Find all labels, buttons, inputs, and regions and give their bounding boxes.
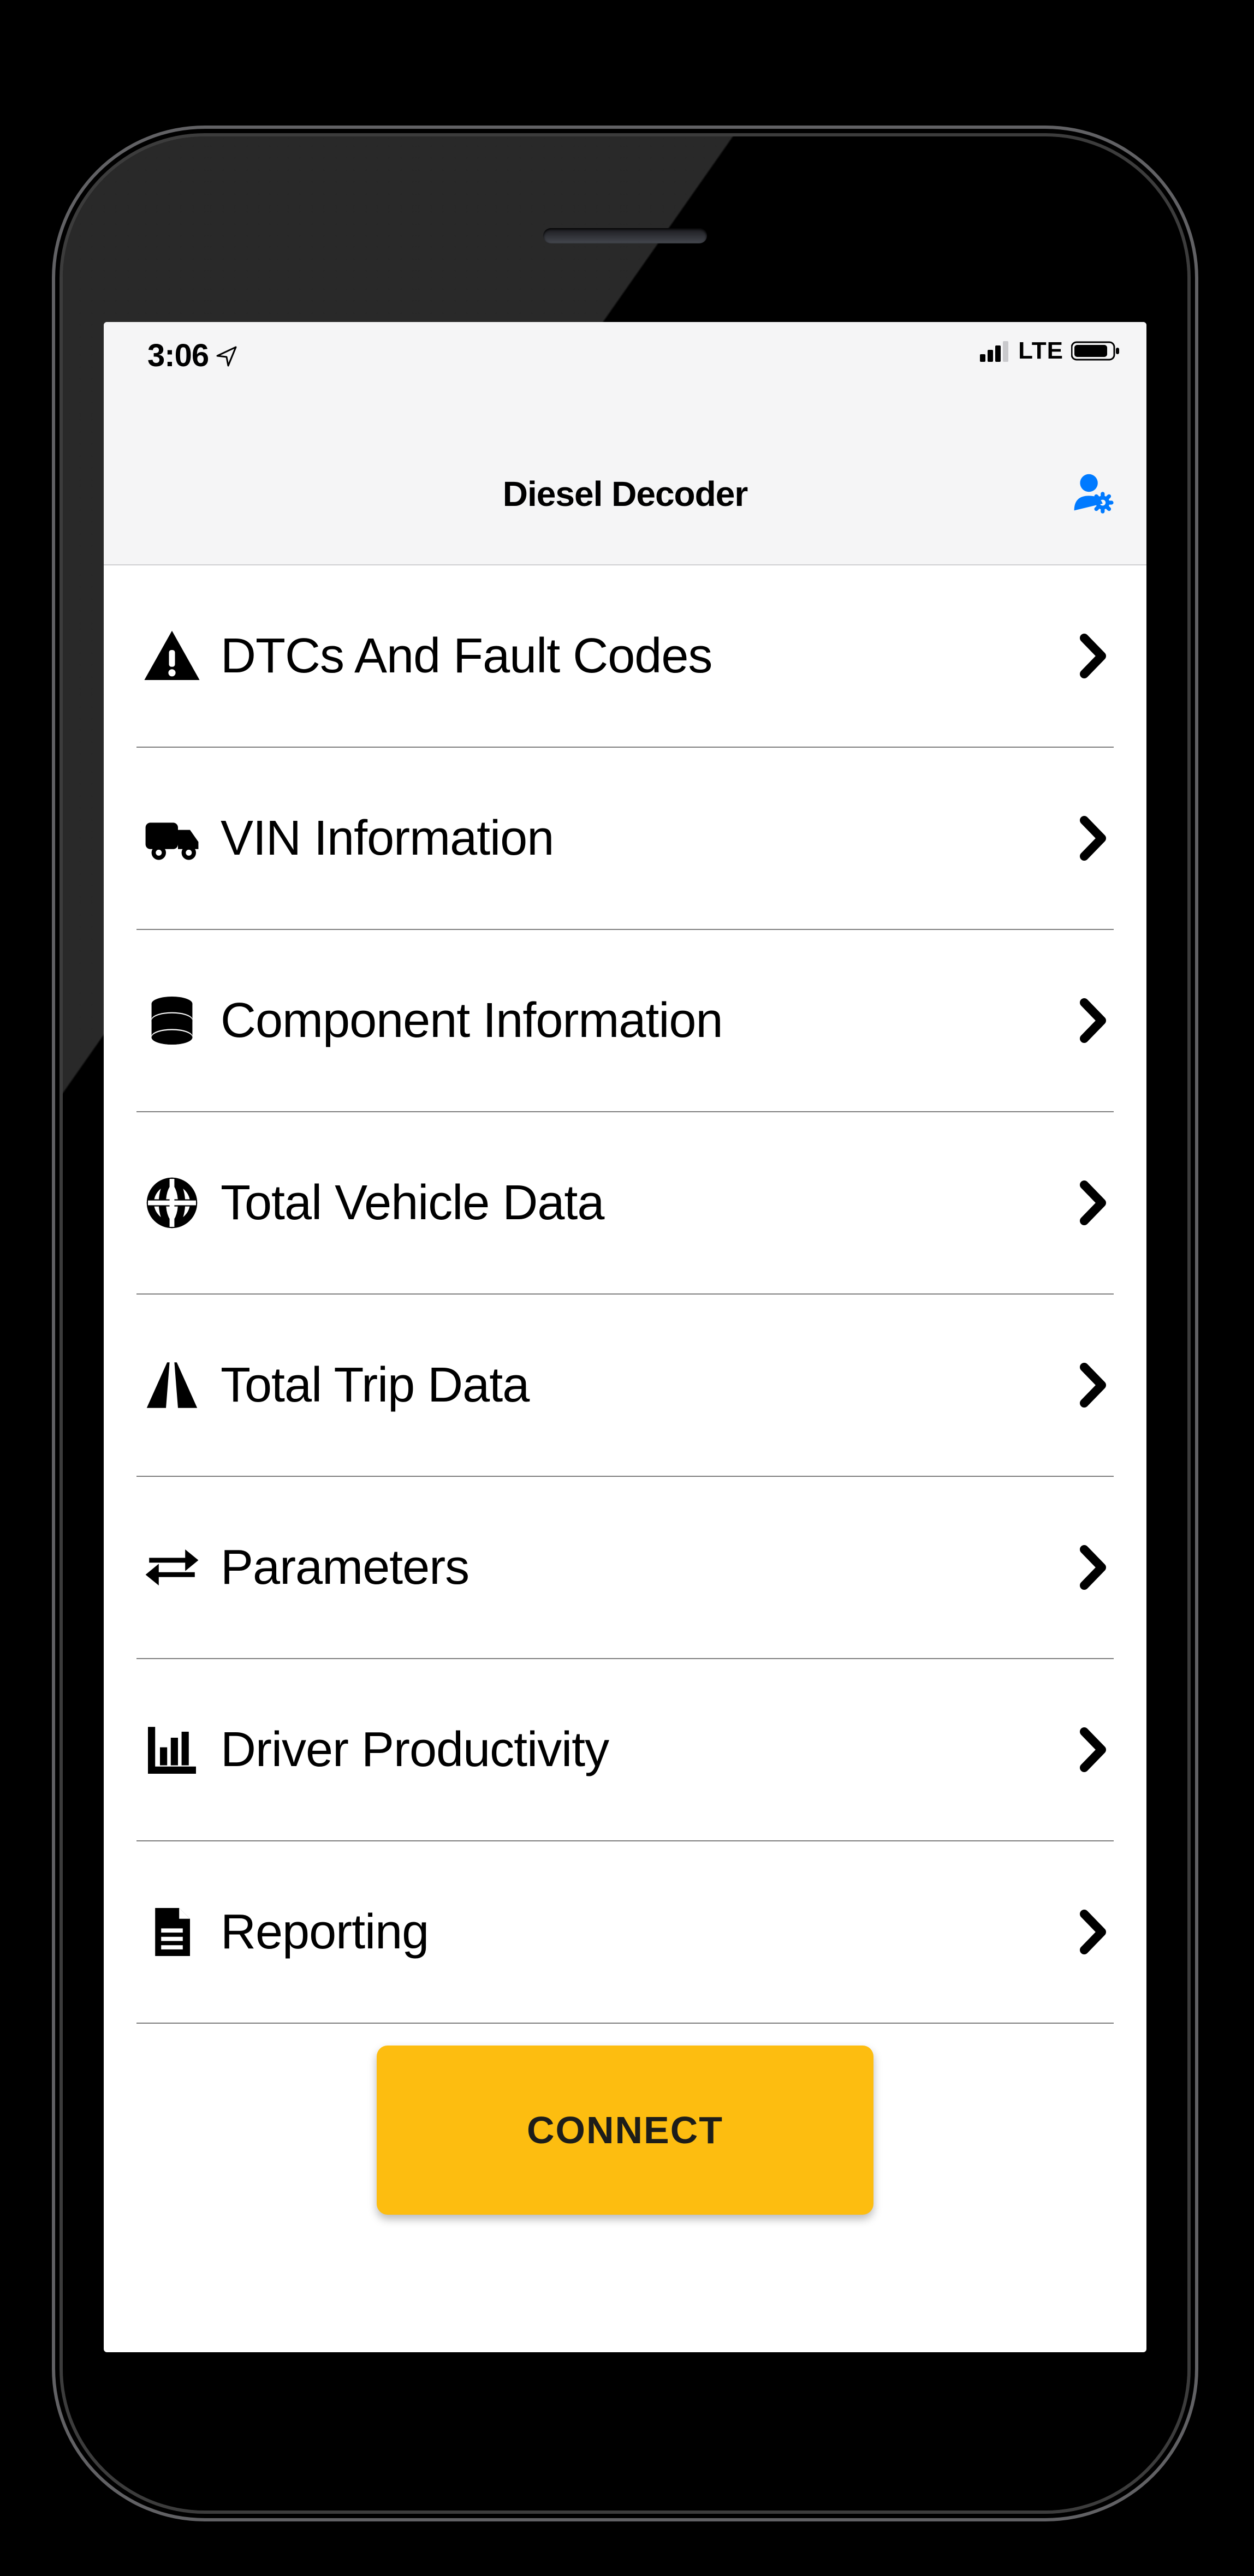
- chevron-right-icon: [1078, 1178, 1110, 1227]
- chevron-right-icon: [1078, 1907, 1110, 1957]
- menu-label: Driver Productivity: [221, 1722, 1059, 1778]
- swap-icon: [142, 1537, 202, 1597]
- status-bar: 3:06 LTE: [104, 322, 1146, 424]
- menu-row-vehicle-data[interactable]: Total Vehicle Data: [136, 1112, 1114, 1295]
- status-right: LTE: [980, 337, 1122, 365]
- page-title: Diesel Decoder: [503, 474, 747, 514]
- menu-row-trip-data[interactable]: Total Trip Data: [136, 1295, 1114, 1477]
- menu-label: Reporting: [221, 1904, 1059, 1960]
- chevron-right-icon: [1078, 1725, 1110, 1774]
- menu-label: DTCs And Fault Codes: [221, 628, 1059, 684]
- menu-row-vin[interactable]: VIN Information: [136, 748, 1114, 930]
- road-icon: [142, 1355, 202, 1415]
- menu-row-dtcs[interactable]: DTCs And Fault Codes: [136, 565, 1114, 748]
- menu-label: Component Information: [221, 993, 1059, 1049]
- menu-row-component[interactable]: Component Information: [136, 930, 1114, 1112]
- connect-button[interactable]: CONNECT: [377, 2046, 873, 2215]
- phone-frame: 3:06 LTE: [63, 136, 1187, 2511]
- document-icon: [142, 1902, 202, 1962]
- menu-row-parameters[interactable]: Parameters: [136, 1477, 1114, 1659]
- chevron-right-icon: [1078, 631, 1110, 681]
- menu-label: Total Vehicle Data: [221, 1175, 1059, 1231]
- menu-row-reporting[interactable]: Reporting: [136, 1841, 1114, 2024]
- phone-speaker: [543, 228, 707, 243]
- chevron-right-icon: [1078, 996, 1110, 1045]
- truck-icon: [142, 808, 202, 868]
- menu-label: Parameters: [221, 1540, 1059, 1596]
- chevron-right-icon: [1078, 1543, 1110, 1592]
- network-label: LTE: [1018, 337, 1063, 365]
- menu-label: Total Trip Data: [221, 1357, 1059, 1414]
- menu-row-driver-productivity[interactable]: Driver Productivity: [136, 1659, 1114, 1841]
- chevron-right-icon: [1078, 1361, 1110, 1410]
- menu-label: VIN Information: [221, 810, 1059, 867]
- nav-header: Diesel Decoder: [104, 424, 1146, 565]
- status-left: 3:06: [128, 337, 238, 374]
- database-icon: [142, 991, 202, 1051]
- chart-icon: [142, 1720, 202, 1780]
- app-screen: 3:06 LTE: [104, 322, 1146, 2352]
- menu-list: DTCs And Fault Codes VIN Information: [104, 565, 1146, 2024]
- chevron-right-icon: [1078, 814, 1110, 863]
- status-time: 3:06: [147, 337, 209, 374]
- globe-icon: [142, 1173, 202, 1233]
- battery-icon: [1071, 340, 1120, 362]
- warning-icon: [142, 626, 202, 686]
- location-icon: [216, 345, 238, 367]
- cellular-signal-icon: [980, 340, 1011, 362]
- user-gear-icon: [1067, 468, 1116, 520]
- user-settings-button[interactable]: [1065, 467, 1119, 521]
- connect-container: CONNECT: [104, 2024, 1146, 2215]
